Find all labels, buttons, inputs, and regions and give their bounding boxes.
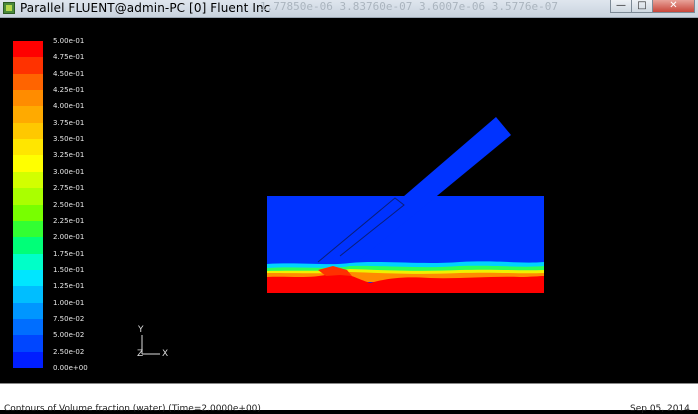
- y-axis-label: Y: [138, 325, 144, 335]
- z-axis-label: Z: [137, 349, 144, 359]
- status-date: Sep 05, 2014: [630, 404, 690, 414]
- status-strip: Contours of Volume fraction (water) (Tim…: [0, 383, 698, 414]
- axes-triad: [141, 335, 160, 355]
- x-axis-label: X: [162, 349, 169, 359]
- status-title: Contours of Volume fraction (water) (Tim…: [4, 404, 261, 414]
